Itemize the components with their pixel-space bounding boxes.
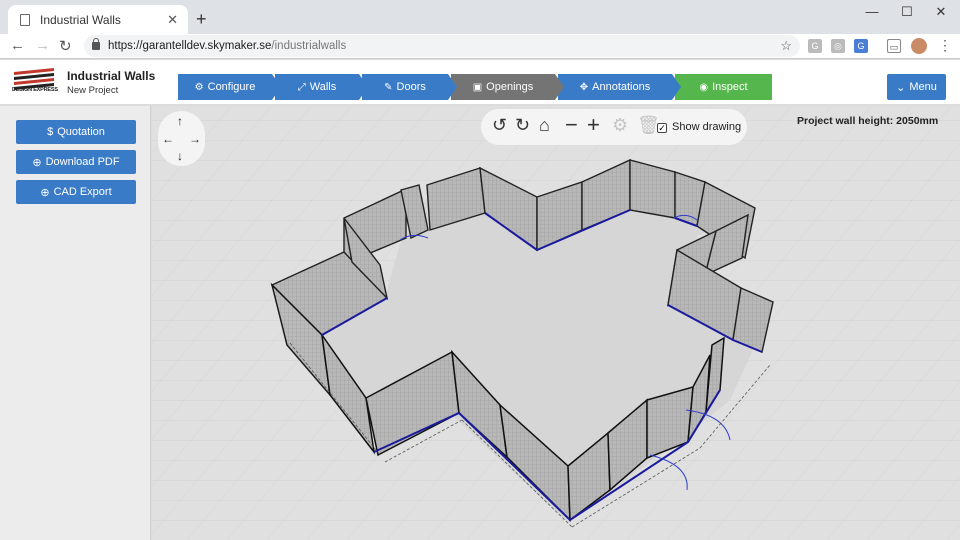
zoom-out-icon[interactable]: − <box>565 112 578 138</box>
browser-menu-icon[interactable]: ⋮ <box>938 37 952 54</box>
settings-icon[interactable]: ⚙ <box>612 115 628 136</box>
url-host: https://garantelldev.skymaker.se <box>108 40 272 52</box>
project-name: New Project <box>67 85 119 96</box>
step-label: Annotations <box>592 81 651 93</box>
3d-viewport[interactable] <box>152 106 960 540</box>
bookmark-star-icon[interactable]: ☆ <box>780 38 792 54</box>
close-window-icon[interactable]: ✕ <box>926 4 956 20</box>
step-label: Openings <box>486 81 534 93</box>
extension-icon[interactable]: ◎ <box>831 39 845 53</box>
pan-down-icon[interactable]: ↓ <box>177 149 183 163</box>
reload-icon[interactable]: ↻ <box>59 37 72 55</box>
extension-icon[interactable]: G <box>808 39 822 53</box>
browser-tab[interactable]: Industrial Walls ✕ <box>8 5 188 34</box>
eye-icon: ◉ <box>699 81 709 93</box>
logo-text: DESIGN EXPRESS <box>12 87 58 93</box>
tab-title: Industrial Walls <box>40 12 121 27</box>
address-bar[interactable]: https://garantelldev.skymaker.se/industr… <box>84 35 800 57</box>
step-openings[interactable]: ▣ Openings <box>451 74 564 100</box>
show-drawing-label: Show drawing <box>672 121 742 133</box>
sidebar: $ Quotation ⊕ Download PDF ⊕ CAD Export <box>0 106 151 540</box>
show-drawing-checkbox[interactable]: ✓ <box>657 123 667 133</box>
pan-right-icon[interactable]: → <box>189 132 201 146</box>
step-label: Inspect <box>712 81 748 93</box>
download-icon: ⊕ <box>32 156 42 169</box>
translate-extension-icon[interactable]: G <box>854 39 868 53</box>
step-doors[interactable]: ✎ Doors <box>362 74 457 100</box>
cad-export-button[interactable]: ⊕ CAD Export <box>16 180 136 204</box>
pan-control[interactable]: ↑ ← → ↓ <box>158 111 205 166</box>
step-walls[interactable]: ⤢ Walls <box>275 74 368 100</box>
document-icon <box>20 13 30 26</box>
forward-icon[interactable]: → <box>35 37 50 54</box>
rotate-left-icon[interactable]: ↺ <box>492 115 507 136</box>
app-title: Industrial Walls <box>67 69 156 83</box>
menu-button[interactable]: ⌄ Menu <box>887 74 946 100</box>
close-tab-icon[interactable]: ✕ <box>167 12 178 28</box>
step-configure[interactable]: ⚙ Configure <box>178 74 281 100</box>
app-header: DESIGN EXPRESS Industrial Walls New Proj… <box>0 60 960 105</box>
lock-icon <box>92 38 100 50</box>
crosshair-icon: ✥ <box>579 81 589 93</box>
gear-icon: ⚙ <box>194 81 204 93</box>
chevron-down-icon: ⌄ <box>896 81 906 94</box>
view-toolbar: ↺ ↻ ⌂ − + ⚙ 🗑 ✓ Show drawing <box>481 109 747 145</box>
download-icon: ⊕ <box>40 186 50 199</box>
step-inspect[interactable]: ◉ Inspect <box>675 74 772 100</box>
browser-tab-bar: Industrial Walls ✕ + — ☐ ✕ <box>0 0 960 34</box>
quotation-label: Quotation <box>57 126 105 138</box>
resize-icon: ⤢ <box>297 81 306 93</box>
pan-left-icon[interactable]: ← <box>162 132 174 146</box>
cast-icon[interactable]: ▭ <box>887 39 901 53</box>
project-wall-height: Project wall height: 2050mm <box>797 115 939 127</box>
step-label: Doors <box>396 81 426 93</box>
url-path: /industrialwalls <box>271 40 347 52</box>
wall-model-canvas[interactable] <box>152 106 960 540</box>
maximize-icon[interactable]: ☐ <box>892 4 922 20</box>
window-icon: ▣ <box>472 81 483 93</box>
cad-export-label: CAD Export <box>53 186 112 198</box>
menu-label: Menu <box>909 81 937 93</box>
edit-icon: ✎ <box>384 81 393 93</box>
dollar-icon: $ <box>47 126 54 138</box>
pan-up-icon[interactable]: ↑ <box>177 114 183 128</box>
download-pdf-button[interactable]: ⊕ Download PDF <box>16 150 136 174</box>
back-icon[interactable]: ← <box>10 37 25 54</box>
home-icon[interactable]: ⌂ <box>539 115 550 136</box>
rotate-right-icon[interactable]: ↻ <box>515 115 530 136</box>
step-label: Configure <box>207 81 256 93</box>
minimize-icon[interactable]: — <box>857 4 887 19</box>
quotation-button[interactable]: $ Quotation <box>16 120 136 144</box>
profile-avatar[interactable] <box>911 38 927 54</box>
step-annotations[interactable]: ✥ Annotations <box>558 74 681 100</box>
step-label: Walls <box>309 81 337 93</box>
download-pdf-label: Download PDF <box>45 156 120 168</box>
new-tab-icon[interactable]: + <box>196 9 207 30</box>
zoom-in-icon[interactable]: + <box>587 112 600 138</box>
browser-toolbar: ← → ↻ https://garantelldev.skymaker.se/i… <box>0 34 960 59</box>
